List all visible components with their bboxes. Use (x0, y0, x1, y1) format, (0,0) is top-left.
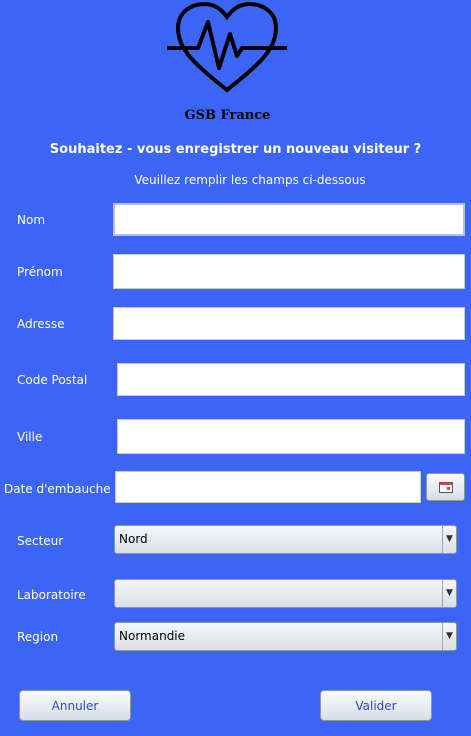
secteur-label: Secteur (17, 534, 64, 548)
brand-name: GSB France (184, 108, 271, 123)
nom-field[interactable] (113, 203, 465, 236)
heart-pulse-icon (164, 1, 290, 96)
region-label: Region (17, 630, 59, 644)
prenom-field[interactable] (113, 254, 465, 289)
chevron-down-icon[interactable]: ▼ (442, 526, 456, 553)
adresse-field[interactable] (113, 307, 465, 340)
date-picker-button[interactable] (426, 473, 465, 501)
laboratoire-label: Laboratoire (17, 588, 86, 602)
form-instructions: Veuillez remplir les champs ci-dessous (134, 173, 366, 187)
secteur-value: Nord (119, 532, 148, 546)
page-title: Souhaitez - vous enregistrer un nouveau … (49, 142, 422, 157)
code-postal-label: Code Postal (17, 373, 88, 387)
chevron-down-icon[interactable]: ▼ (442, 580, 456, 607)
chevron-down-icon[interactable]: ▼ (442, 623, 456, 650)
submit-button[interactable]: Valider (320, 690, 432, 721)
ville-label: Ville (17, 430, 43, 444)
region-select[interactable]: Normandie ▼ (114, 622, 457, 651)
calendar-icon (438, 478, 453, 497)
date-embauche-field[interactable] (115, 471, 421, 503)
date-embauche-label: Date d'embauche (4, 482, 111, 496)
region-value: Normandie (119, 629, 186, 643)
ville-field[interactable] (117, 419, 465, 454)
prenom-label: Prénom (17, 265, 63, 279)
code-postal-field[interactable] (117, 363, 465, 396)
cancel-button[interactable]: Annuler (19, 690, 131, 721)
nom-label: Nom (17, 213, 46, 227)
adresse-label: Adresse (17, 317, 65, 331)
laboratoire-select[interactable]: ▼ (114, 579, 457, 608)
secteur-select[interactable]: Nord ▼ (114, 525, 457, 554)
